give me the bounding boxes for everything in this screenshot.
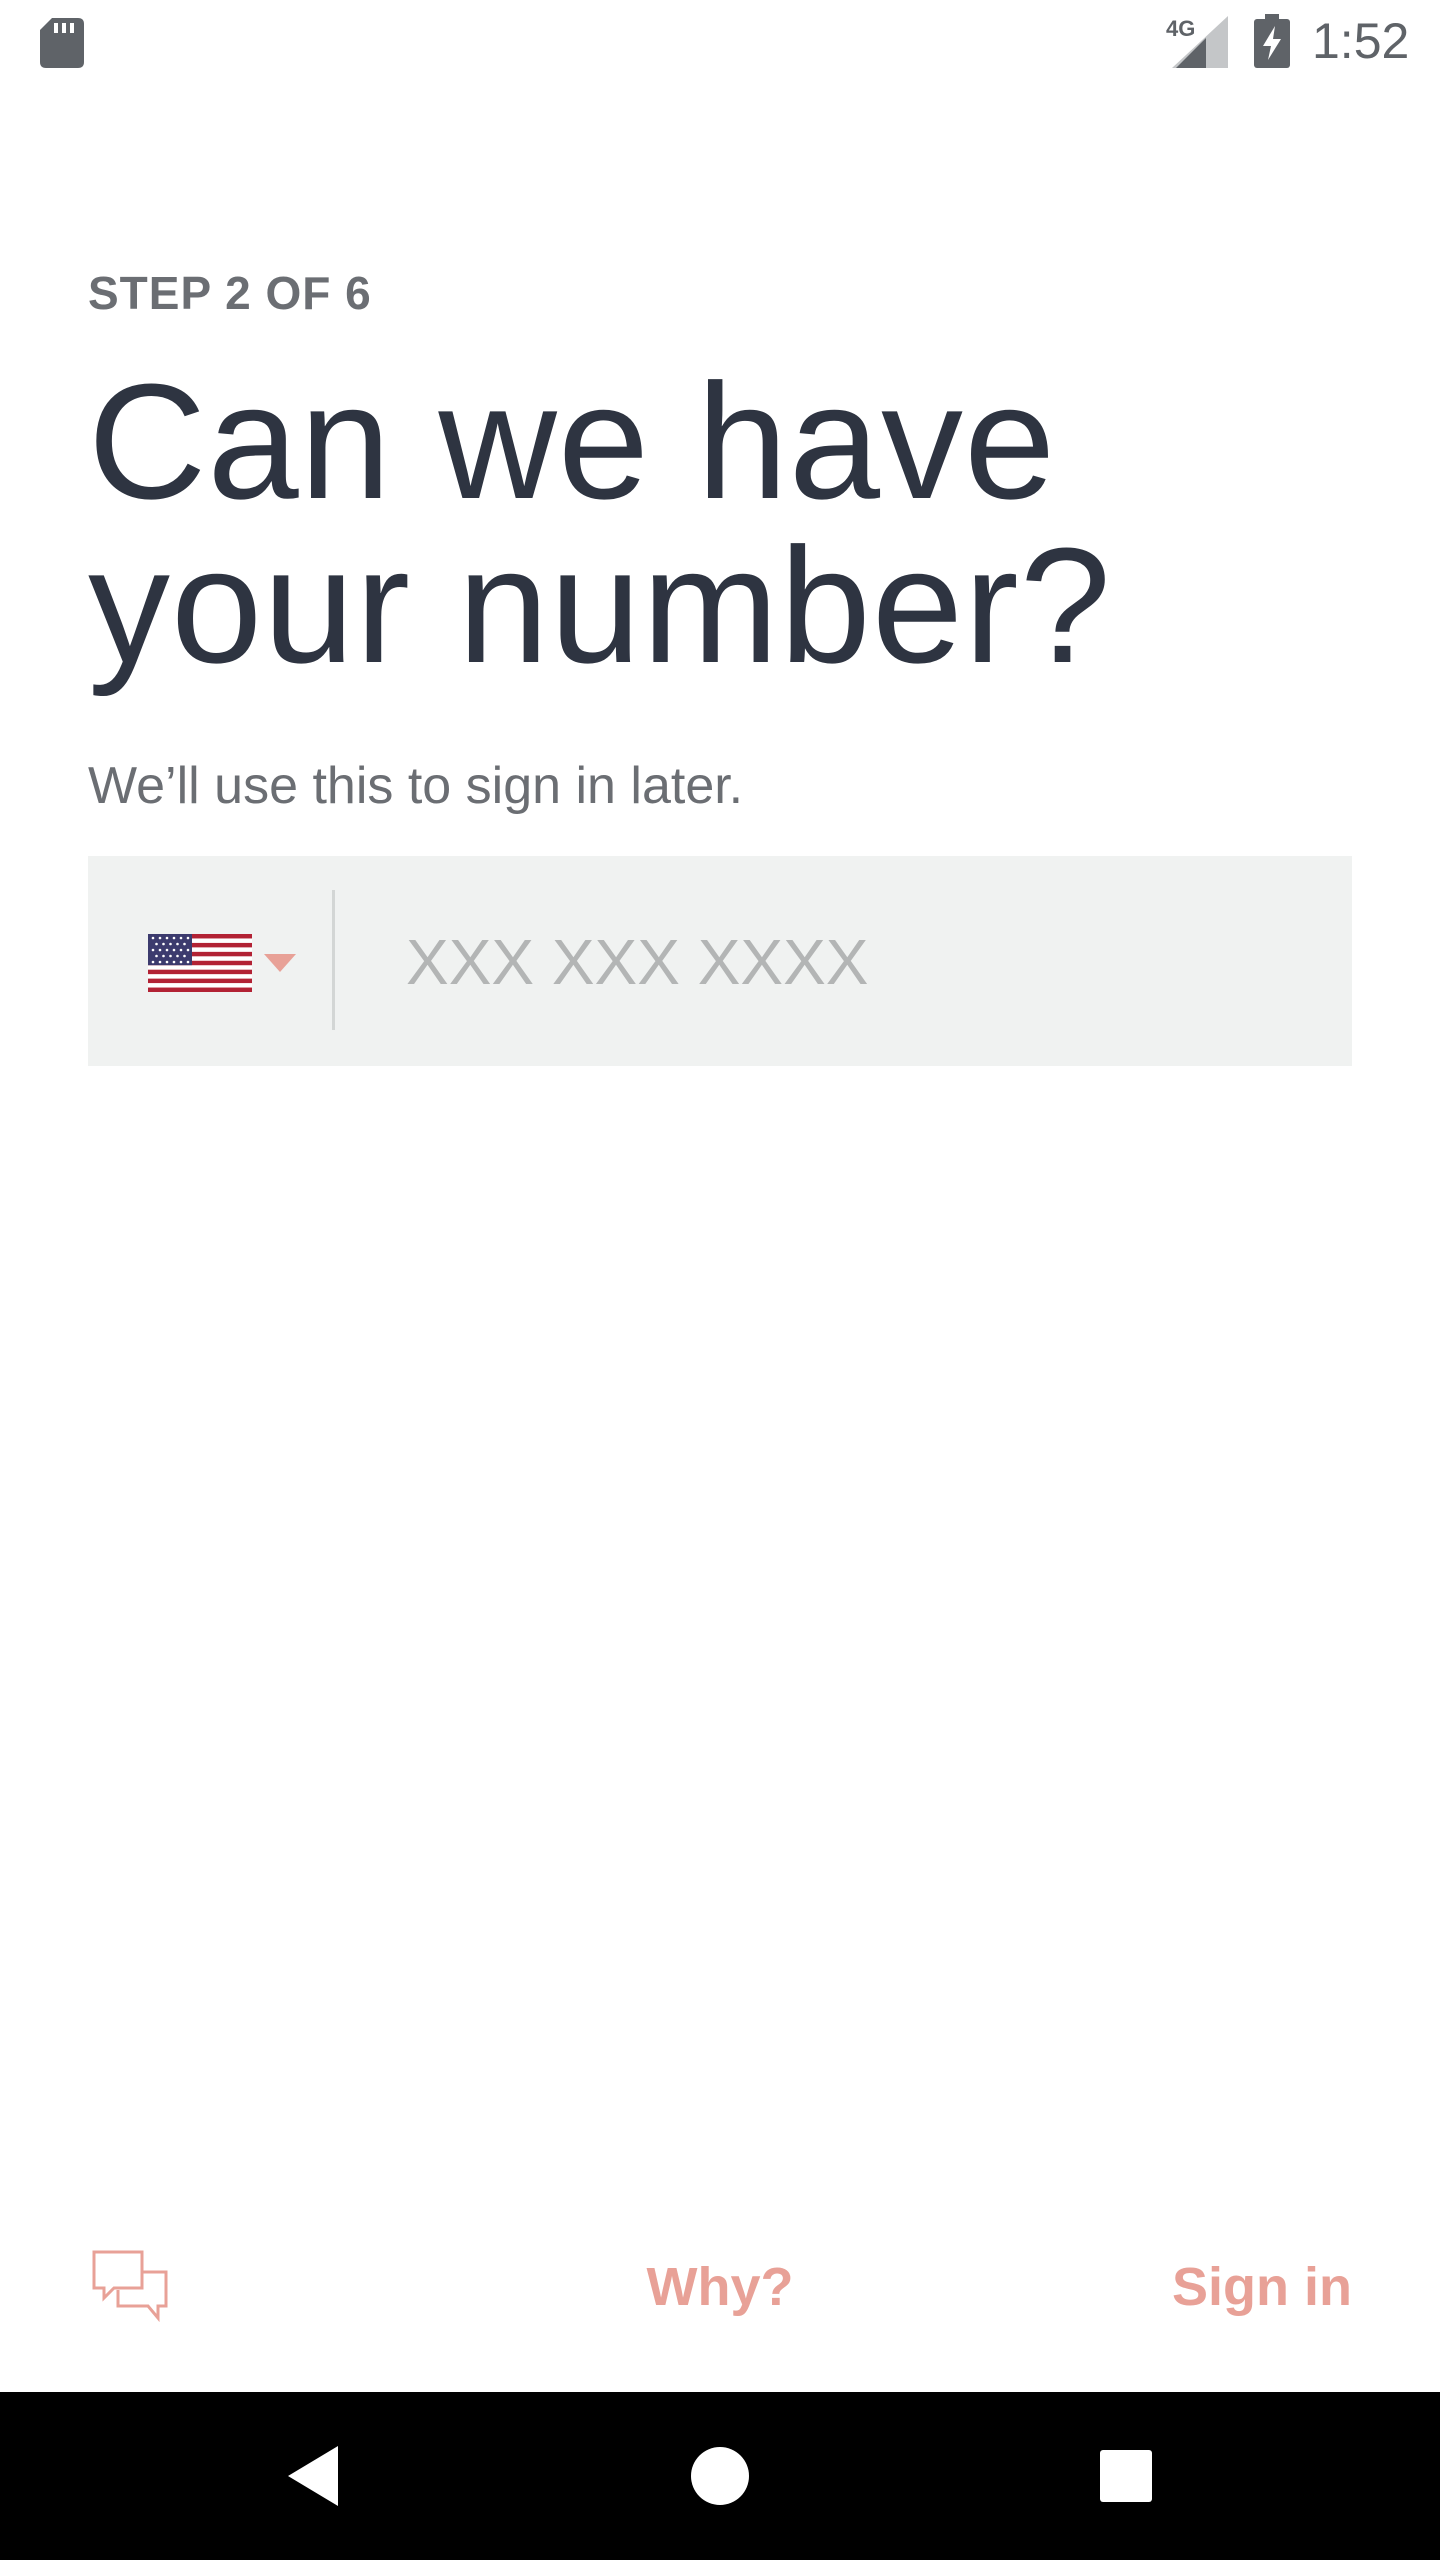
clock: 1:52 (1312, 13, 1410, 69)
caret-down-icon (264, 954, 296, 972)
home-icon[interactable] (680, 2436, 760, 2516)
us-flag-icon (148, 934, 252, 992)
recents-icon[interactable] (1086, 2436, 1166, 2516)
status-bar: 4G 1:52 (0, 0, 1440, 84)
page-title: Can we have your number? (88, 350, 1112, 697)
sd-card-icon (40, 18, 84, 68)
page-subtitle: We’ll use this to sign in later. (88, 757, 744, 815)
step-indicator: STEP 2 OF 6 (88, 267, 372, 319)
signal-icon (1172, 16, 1228, 68)
sign-in-link[interactable]: Sign in (1100, 2256, 1352, 2318)
battery-charging-icon (1254, 14, 1290, 68)
back-icon[interactable] (274, 2436, 354, 2516)
phone-number-screen: 4G 1:52 STEP 2 OF 6 Can we have your num… (0, 0, 1440, 2560)
chat-bubbles-icon[interactable] (92, 2250, 168, 2322)
phone-number-field (88, 856, 1352, 1066)
navigation-bar (0, 2392, 1440, 2560)
phone-number-input[interactable] (406, 916, 1306, 1008)
country-code-picker[interactable] (148, 928, 308, 996)
field-divider (332, 890, 335, 1030)
why-link[interactable]: Why? (600, 2256, 840, 2318)
